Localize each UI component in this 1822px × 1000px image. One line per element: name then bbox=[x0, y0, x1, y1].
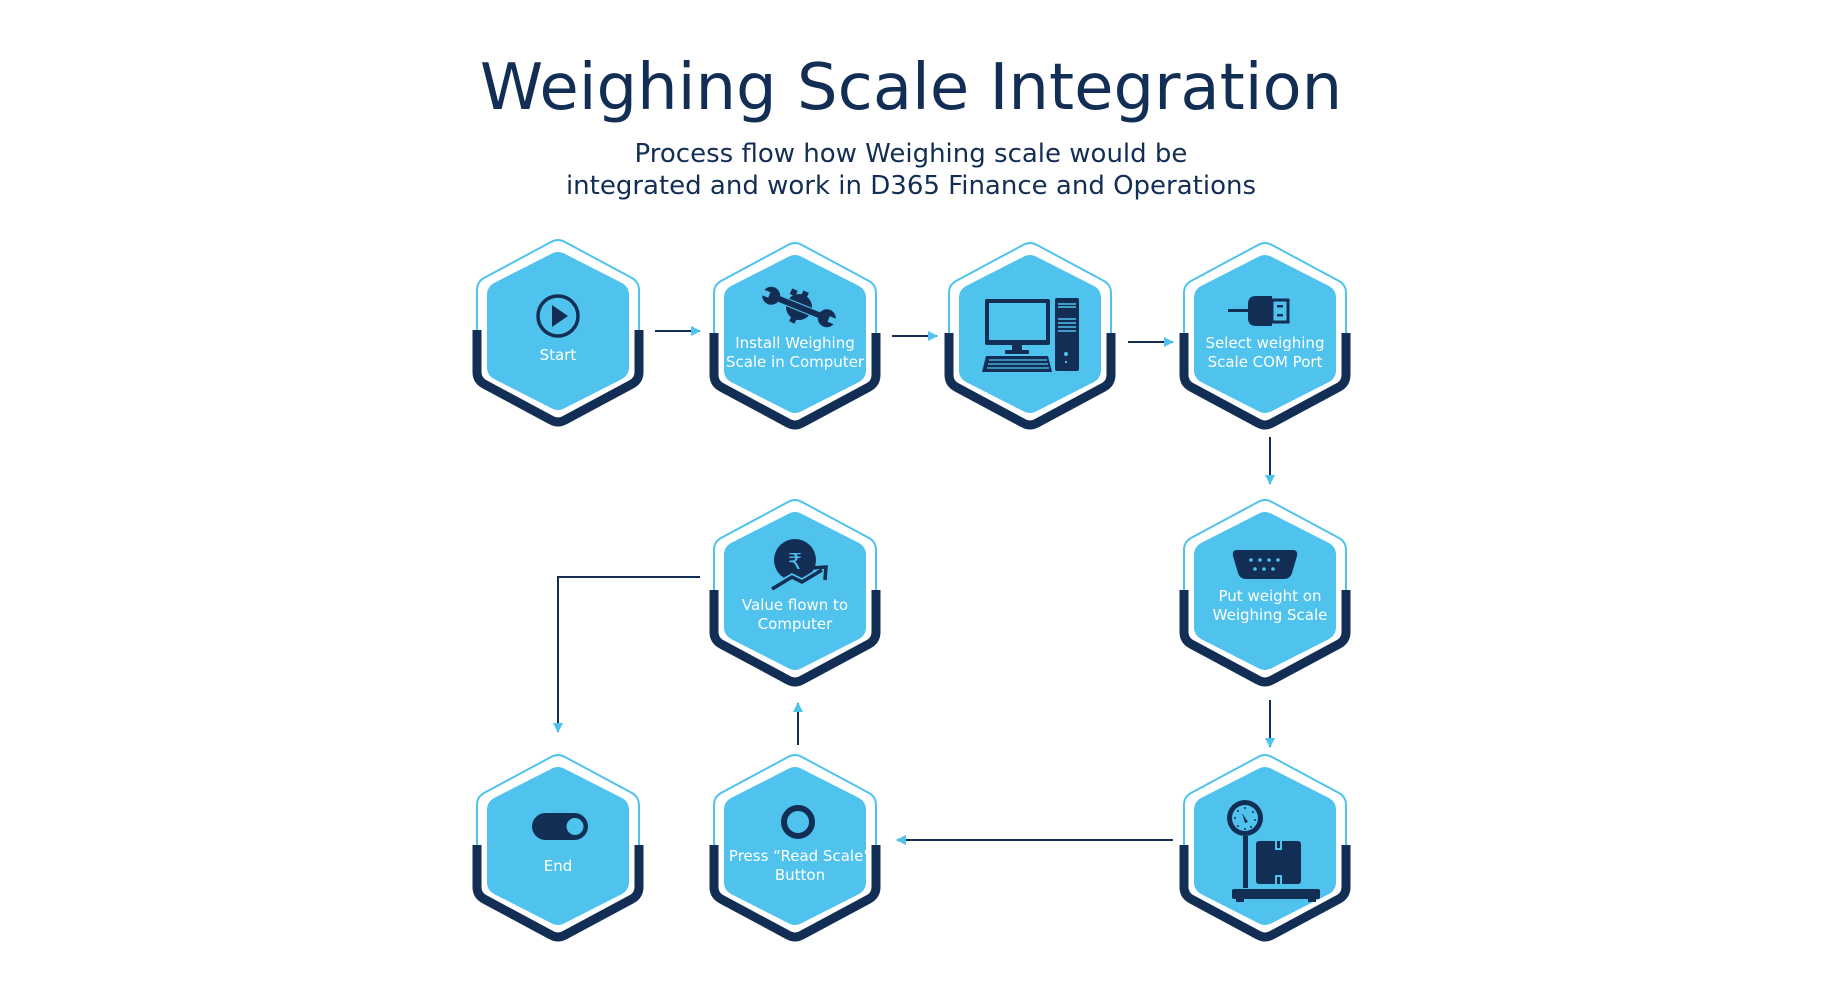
node-value-flown bbox=[714, 500, 876, 682]
node-read-scale bbox=[714, 755, 876, 937]
svg-text:₹: ₹ bbox=[788, 550, 802, 575]
node-label-install: Install Weighing Scale in Computer bbox=[725, 334, 865, 371]
node-label-read-scale: Press “Read Scale” Button bbox=[728, 847, 872, 884]
node-end bbox=[477, 755, 639, 937]
node-start bbox=[477, 240, 639, 422]
desktop-computer-icon bbox=[982, 298, 1079, 372]
node-label-end: End bbox=[543, 857, 573, 875]
toggle-switch-icon bbox=[532, 813, 588, 840]
node-label-value-flown: Value flown to Computer bbox=[741, 596, 849, 633]
node-label-put-weight: Put weight on Weighing Scale bbox=[1212, 587, 1328, 624]
flow-diagram: ₹ bbox=[0, 0, 1822, 1000]
node-label-com-port: Select weighing Scale COM Port bbox=[1205, 334, 1325, 371]
node-label-start: Start bbox=[539, 346, 577, 364]
edge-valueflown-end bbox=[553, 576, 700, 733]
serial-port-icon bbox=[1232, 550, 1298, 579]
